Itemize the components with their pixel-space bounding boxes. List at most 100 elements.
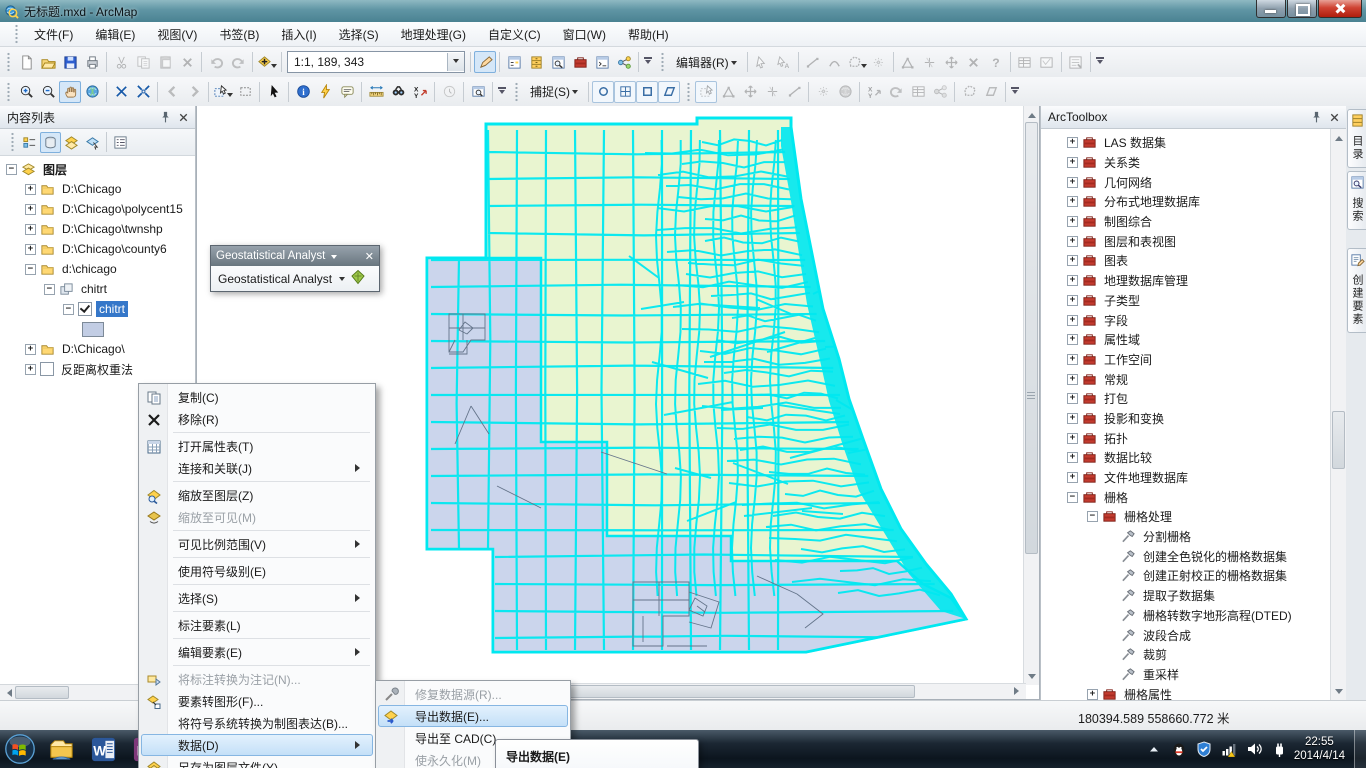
context-menu-item[interactable]: 选择(S) (141, 587, 373, 609)
pin-icon[interactable] (1308, 109, 1324, 125)
tree-item-label[interactable]: 图层 (40, 160, 70, 179)
tree-item-label[interactable]: 数据比较 (1101, 448, 1155, 467)
collapse-icon[interactable]: − (6, 164, 17, 175)
toolbar-overflow-button[interactable] (642, 51, 654, 73)
arctoolbox-tree-item[interactable]: −栅格 (1041, 487, 1346, 507)
cut-button[interactable] (110, 51, 132, 73)
lbo-selection-icon[interactable] (82, 132, 103, 153)
expand-icon[interactable]: + (1067, 295, 1078, 306)
arctoolbox-tree-item[interactable]: +几何网络 (1041, 172, 1346, 192)
split-button[interactable] (919, 51, 941, 73)
pin-icon[interactable] (157, 109, 173, 125)
menu-item[interactable]: 选择(S) (328, 22, 390, 47)
tree-item-label[interactable]: 字段 (1101, 311, 1131, 330)
select-features-button[interactable] (212, 81, 234, 103)
lbo-order-icon[interactable] (19, 132, 40, 153)
identify-button[interactable]: i (292, 81, 314, 103)
back-button[interactable] (161, 81, 183, 103)
modelbuilder-button[interactable] (613, 51, 635, 73)
python-button[interactable] (591, 51, 613, 73)
toc-window-button[interactable] (503, 51, 525, 73)
reshape-button[interactable] (717, 81, 739, 103)
map-scale-combo[interactable]: 1:1, 189, 343 (287, 51, 465, 73)
tree-item-label[interactable]: D:\Chicago\twnshp (59, 221, 166, 237)
arctoolbox-tree-item[interactable]: 分割栅格 (1041, 527, 1346, 547)
toc-tree-item[interactable]: − chitrt (0, 299, 195, 319)
minimize-button[interactable] (1256, 0, 1286, 18)
close-icon[interactable] (175, 109, 191, 125)
help-button[interactable]: ? (985, 51, 1007, 73)
toolbar-overflow-button[interactable] (1094, 51, 1106, 73)
toolbox-button[interactable] (569, 51, 591, 73)
reshape-button[interactable] (897, 51, 919, 73)
expand-icon[interactable]: + (25, 204, 36, 215)
arctoolbox-tree-item[interactable]: +关系类 (1041, 153, 1346, 173)
measure-button[interactable] (365, 81, 387, 103)
tree-item-label[interactable]: 常规 (1101, 370, 1131, 389)
viewer-button[interactable] (467, 81, 489, 103)
arctoolbox-tree-item[interactable]: +地理数据库管理 (1041, 271, 1346, 291)
arctoolbox-tree-item[interactable]: +分布式地理数据库 (1041, 192, 1346, 212)
tree-item-label[interactable]: 创建正射校正的栅格数据集 (1140, 566, 1290, 585)
context-menu-item[interactable]: 编辑要素(E) (141, 641, 373, 663)
toolbar-grip[interactable] (660, 52, 665, 72)
delete-button[interactable] (176, 51, 198, 73)
context-menu-item[interactable]: 标注要素(L) (141, 614, 373, 636)
tree-item-label[interactable]: 工作空间 (1101, 350, 1155, 369)
catalog-button[interactable] (525, 51, 547, 73)
dock-tab-目录[interactable]: 目录 (1347, 109, 1366, 168)
collapse-icon[interactable]: − (63, 304, 74, 315)
new-button[interactable] (15, 51, 37, 73)
pan-button[interactable] (59, 81, 81, 103)
arctoolbox-tree-item[interactable]: +投影和变换 (1041, 409, 1346, 429)
redo-button[interactable] (885, 81, 907, 103)
tree-item-label[interactable]: 栅格转数字地形高程(DTED) (1140, 606, 1295, 625)
context-menu-item[interactable]: 数据(D) (141, 734, 373, 756)
arctoolbox-tree-item[interactable]: +制图综合 (1041, 212, 1346, 232)
dock-tab-搜索[interactable]: 搜索 (1347, 171, 1366, 230)
tree-item-label[interactable]: 子类型 (1101, 291, 1143, 310)
arctoolbox-tree-item[interactable]: +图层和表视图 (1041, 231, 1346, 251)
tree-item-label[interactable]: D:\Chicago\ (59, 341, 128, 357)
popup-button[interactable] (336, 81, 358, 103)
snap-vertex-button[interactable] (636, 81, 658, 103)
menu-item[interactable]: 帮助(H) (617, 22, 680, 47)
expand-icon[interactable]: + (1067, 216, 1078, 227)
menu-item[interactable]: 自定义(C) (477, 22, 552, 47)
toc-options-icon[interactable] (110, 132, 131, 153)
arctoolbox-tree-item[interactable]: 创建全色锐化的栅格数据集 (1041, 546, 1346, 566)
network-status-icon[interactable] (1221, 741, 1238, 758)
taskbar-windows-explorer-icon[interactable] (41, 731, 81, 767)
arctoolbox-tree-item[interactable]: +文件地理数据库 (1041, 468, 1346, 488)
menu-item[interactable]: 地理处理(G) (390, 22, 477, 47)
tree-item-label[interactable]: 反距离权重法 (58, 360, 136, 379)
clear-selection-button[interactable] (234, 81, 256, 103)
tree-item-label[interactable]: 栅格属性 (1121, 685, 1175, 700)
tree-item-label[interactable]: D:\Chicago (59, 181, 124, 197)
anno-arrow-button[interactable]: A (773, 51, 795, 73)
arc-button[interactable] (824, 51, 846, 73)
context-menu-item[interactable]: 可见比例范围(V) (141, 533, 373, 555)
expand-icon[interactable]: + (1067, 196, 1078, 207)
expand-icon[interactable]: + (25, 364, 36, 375)
lbo-source-icon[interactable] (40, 132, 61, 153)
arctoolbox-tree-item[interactable]: 创建正射校正的栅格数据集 (1041, 566, 1346, 586)
taskbar-word-icon[interactable]: W (83, 731, 123, 767)
tree-item-label[interactable]: chitrt (96, 301, 128, 317)
tree-item-label[interactable]: 几何网络 (1101, 173, 1155, 192)
tree-item-label[interactable]: d:\chicago (59, 261, 120, 277)
print-button[interactable] (81, 51, 103, 73)
toc-tree-item[interactable]: + 反距离权重法 (0, 359, 195, 379)
lbo-visible-icon[interactable] (61, 132, 82, 153)
tree-item-label[interactable]: LAS 数据集 (1101, 133, 1169, 152)
maximize-button[interactable] (1287, 0, 1317, 18)
arctoolbox-tree-item[interactable]: 波段合成 (1041, 625, 1346, 645)
tree-item-label[interactable]: 投影和变换 (1101, 409, 1167, 428)
context-menu-item[interactable]: 使用符号级别(E) (141, 560, 373, 582)
context-menu-item[interactable]: 移除(R) (141, 408, 373, 430)
menu-item[interactable]: 书签(B) (208, 22, 270, 47)
toolbar-grip[interactable] (6, 82, 11, 102)
expand-icon[interactable]: + (1067, 236, 1078, 247)
expand-icon[interactable]: + (1067, 433, 1078, 444)
undo-button[interactable] (205, 51, 227, 73)
